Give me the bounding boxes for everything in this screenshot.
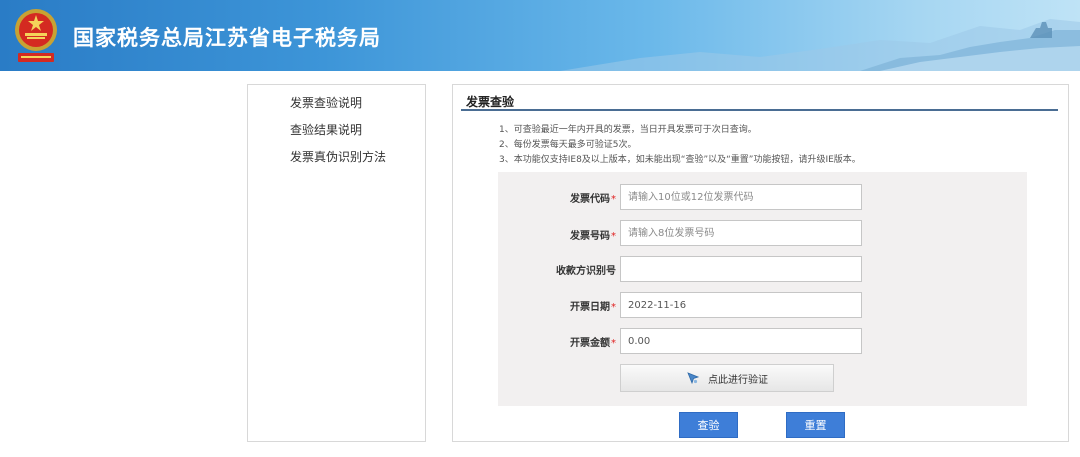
panel-title: 发票查验 <box>466 95 515 109</box>
verify-button-label: 点此进行验证 <box>708 374 768 386</box>
amount-label: 开票金额* <box>570 338 616 349</box>
query-button[interactable]: 查验 <box>679 412 738 438</box>
invoice-number-input[interactable] <box>620 220 862 246</box>
pointer-cursor-icon <box>687 372 700 385</box>
reset-button[interactable]: 重置 <box>786 412 845 438</box>
invoice-code-label: 发票代码* <box>570 194 616 205</box>
site-title: 国家税务总局江苏省电子税务局 <box>73 26 381 50</box>
site-header: 国家税务总局江苏省电子税务局 <box>0 0 1080 71</box>
issue-date-label: 开票日期* <box>570 302 616 313</box>
sidebar: 发票查验说明 查验结果说明 发票真伪识别方法 <box>247 84 426 442</box>
sidebar-item-result-guide[interactable]: 查验结果说明 <box>290 121 362 138</box>
tax-emblem-icon <box>15 9 57 62</box>
required-marker: * <box>611 302 616 313</box>
title-divider <box>461 109 1058 111</box>
sidebar-item-invoice-check-guide[interactable]: 发票查验说明 <box>290 94 362 111</box>
issue-date-input[interactable] <box>620 292 862 318</box>
note-line-2: 2、每份发票每天最多可验证5次。 <box>499 140 637 150</box>
verify-button[interactable]: 点此进行验证 <box>620 364 834 392</box>
required-marker: * <box>611 338 616 349</box>
required-marker: * <box>611 231 616 242</box>
note-line-1: 1、可查验最近一年内开具的发票，当日开具发票可于次日查询。 <box>499 125 757 135</box>
required-marker: * <box>611 194 616 205</box>
payee-id-input[interactable] <box>620 256 862 282</box>
sidebar-item-authenticity-methods[interactable]: 发票真伪识别方法 <box>290 148 386 165</box>
invoice-check-panel: 发票查验 1、可查验最近一年内开具的发票，当日开具发票可于次日查询。 2、每份发… <box>452 84 1069 442</box>
invoice-code-input[interactable] <box>620 184 862 210</box>
payee-id-label: 收款方识别号 <box>556 266 616 277</box>
amount-input[interactable] <box>620 328 862 354</box>
note-line-3: 3、本功能仅支持IE8及以上版本，如未能出现“查验”以及“重置”功能按钮，请升级… <box>499 155 861 165</box>
invoice-number-label: 发票号码* <box>570 231 616 242</box>
